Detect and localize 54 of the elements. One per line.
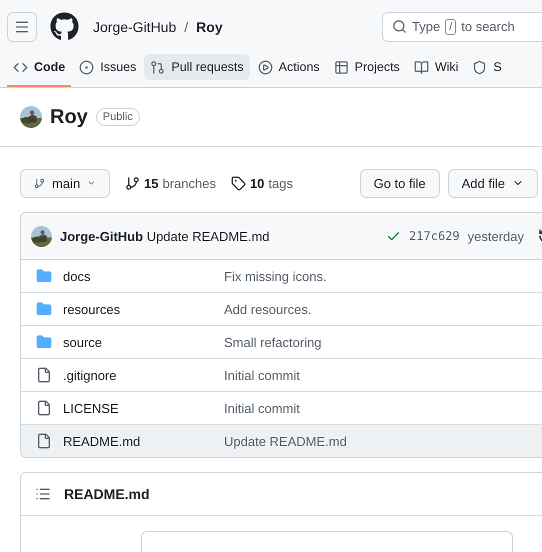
pull-request-icon [150,60,166,74]
commit-message[interactable]: Initial commit [224,368,542,382]
file-name[interactable]: .gitignore [63,368,224,382]
circle-dot-icon [79,60,94,74]
file-icon [36,367,52,383]
table-icon [334,60,349,74]
commit-message[interactable]: Fix missing icons. [224,268,542,284]
folder-icon [36,268,52,284]
visibility-label: Public [96,108,140,126]
commit-message[interactable]: Update README.md [224,434,542,448]
commit-message[interactable]: Add resources. [224,302,542,316]
branch-icon [125,176,140,190]
readme-title: README.md [64,486,150,502]
commit-time: yesterday [468,228,524,244]
search-field[interactable]: Type / to search [382,12,542,42]
book-icon [414,60,429,74]
nav-tab[interactable]: S [466,54,508,80]
action-button[interactable]: Go to file [360,168,440,198]
file-name[interactable]: docs [63,268,224,284]
folder-icon [36,334,52,350]
commit-summary: Jorge-GitHub Update README.md [60,228,270,244]
shield-icon [472,60,488,74]
file-row[interactable]: README.md Update README.md [21,424,542,457]
repo-title: Roy [50,106,88,128]
owner-link[interactable]: Jorge-GitHub [93,18,176,34]
nav-tab[interactable]: Wiki [408,54,464,80]
nav-tab[interactable]: Projects [328,54,406,80]
breadcrumb-separator: / [184,18,188,34]
repo-link[interactable]: Roy [196,18,223,34]
commit-hash[interactable]: 217c629 [409,229,460,243]
file-name[interactable]: source [63,334,224,350]
nav-tab[interactable]: Code [7,54,72,80]
tags-link[interactable]: 10 tags [230,176,293,190]
branches-link[interactable]: 15 branches [125,176,216,190]
menu-button[interactable] [7,12,37,42]
search-icon [392,19,407,34]
list-icon[interactable] [35,486,51,502]
nav-tab[interactable]: Pull requests [144,54,250,80]
dropdown-button[interactable]: Add file [448,168,538,198]
nav-tab[interactable]: Issues [73,54,142,80]
file-name[interactable]: README.md [63,434,224,448]
nav-tab[interactable]: Actions [252,54,326,80]
commit-message[interactable]: Small refactoring [224,334,542,350]
file-name[interactable]: LICENSE [63,400,224,416]
menu-icon [14,18,30,34]
tag-icon [230,176,246,190]
github-logo-icon[interactable] [50,12,79,41]
file-icon [36,433,52,449]
file-name[interactable]: resources [63,302,224,316]
commit-message[interactable]: Initial commit [224,400,542,416]
file-icon [36,400,52,416]
folder-icon [36,301,52,317]
play-icon [258,60,273,74]
branch-selector[interactable]: main [20,168,110,198]
